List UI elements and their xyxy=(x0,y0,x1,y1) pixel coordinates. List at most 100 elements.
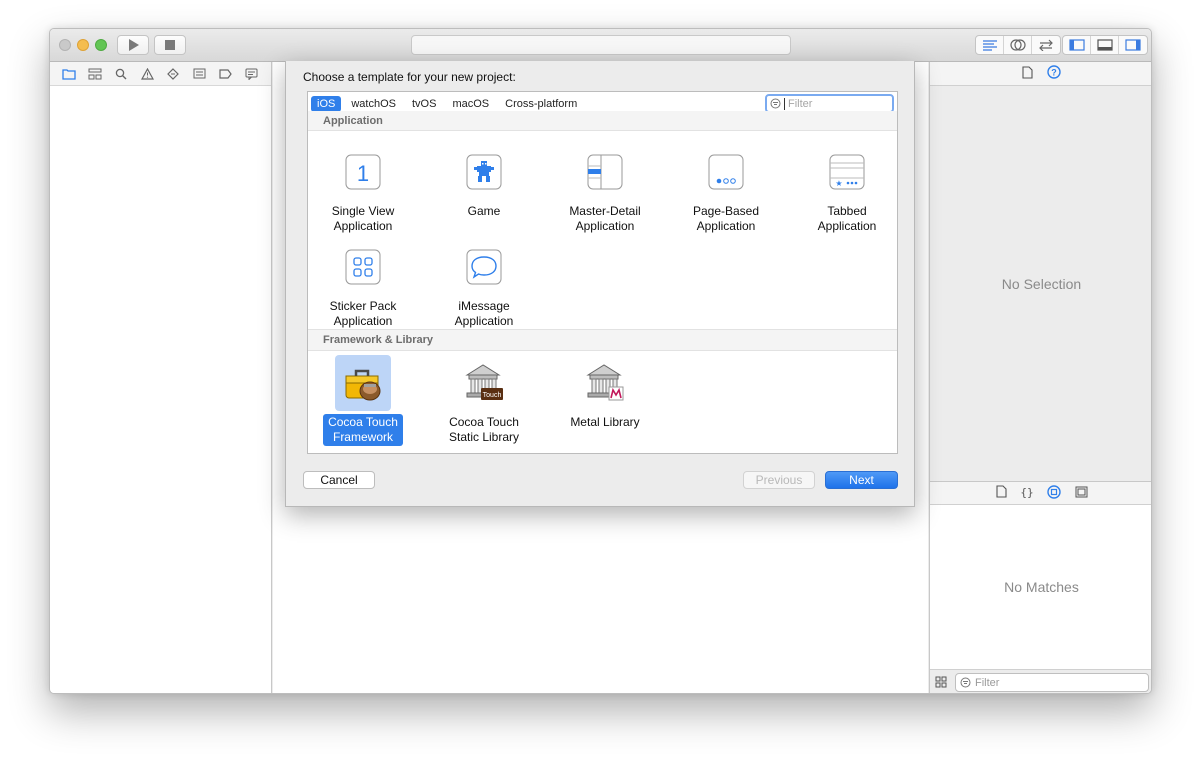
stop-icon xyxy=(165,40,175,50)
template-imessage[interactable]: iMessage Application xyxy=(429,239,539,330)
template-label: iMessage Application xyxy=(454,299,514,328)
touch-badge: Touch xyxy=(483,392,502,399)
no-matches-label: No Matches xyxy=(930,505,1151,669)
tab-macos[interactable]: macOS xyxy=(446,96,495,112)
report-bubble-icon[interactable] xyxy=(244,67,258,81)
quick-help-icon[interactable]: ? xyxy=(1047,65,1061,82)
template-page-based[interactable]: Page-Based Application xyxy=(671,144,781,235)
zoom-window-button[interactable] xyxy=(95,39,107,51)
window-toolbar xyxy=(50,29,1151,62)
library-building-icon: Touch xyxy=(456,355,512,411)
tabbed-icon: ★ xyxy=(819,144,875,200)
library-selector-bar: {} xyxy=(930,481,1151,505)
run-button[interactable] xyxy=(117,35,149,55)
panel-visibility-control xyxy=(1062,35,1148,55)
text-caret xyxy=(784,97,785,110)
filter-icon xyxy=(960,677,971,688)
close-window-button[interactable] xyxy=(59,39,71,51)
template-single-view[interactable]: 1 Single View Application xyxy=(308,144,418,235)
bottom-panel-icon xyxy=(1096,39,1113,51)
lines-icon xyxy=(982,40,997,51)
version-editor-button[interactable] xyxy=(1032,36,1060,54)
svg-text:?: ? xyxy=(1051,68,1057,78)
navigator-pane xyxy=(50,62,272,693)
sticker-pack-icon xyxy=(335,239,391,295)
inspector-selector-bar: ? xyxy=(930,62,1151,86)
folder-icon[interactable] xyxy=(62,67,76,81)
assistant-editor-button[interactable] xyxy=(1004,36,1032,54)
template-label: Cocoa Touch Framework xyxy=(323,414,403,446)
template-tabbed[interactable]: ★ Tabbed Application xyxy=(792,144,897,235)
section-header-framework: Framework & Library xyxy=(308,329,897,351)
play-icon xyxy=(129,39,139,51)
code-snippet-icon[interactable]: {} xyxy=(1020,485,1033,501)
debug-list-icon[interactable] xyxy=(192,67,206,81)
next-button[interactable]: Next xyxy=(825,471,898,489)
template-list: iOS watchOS tvOS macOS Cross-platform Fi… xyxy=(307,91,898,454)
stop-button[interactable] xyxy=(154,35,186,55)
toolbox-icon xyxy=(335,355,391,411)
imessage-icon xyxy=(456,239,512,295)
master-detail-icon xyxy=(577,144,633,200)
tab-cross-platform[interactable]: Cross-platform xyxy=(499,96,583,112)
svg-text:{}: {} xyxy=(1021,486,1033,498)
file-template-icon[interactable] xyxy=(995,485,1007,501)
left-panel-icon xyxy=(1068,39,1085,51)
grid-view-icon[interactable] xyxy=(935,676,947,691)
template-sticker-pack[interactable]: Sticker Pack Application xyxy=(308,239,418,330)
previous-button[interactable]: Previous xyxy=(743,471,815,489)
test-diamond-icon[interactable] xyxy=(166,67,180,81)
template-label: Master-Detail Application xyxy=(569,204,641,233)
template-label: Game xyxy=(467,204,501,218)
arrows-icon xyxy=(1039,39,1053,51)
template-cocoa-touch-static-library[interactable]: Touch Cocoa Touch Static Library xyxy=(429,355,539,446)
metal-library-icon xyxy=(577,355,633,411)
svg-text:★: ★ xyxy=(835,179,842,188)
standard-editor-button[interactable] xyxy=(976,36,1004,54)
library-filter-bar: Filter xyxy=(930,669,1151,693)
file-inspector-icon[interactable] xyxy=(1022,65,1033,82)
toggle-debug-area-button[interactable] xyxy=(1091,36,1119,54)
toggle-utilities-button[interactable] xyxy=(1119,36,1147,54)
page-based-icon xyxy=(698,144,754,200)
single-view-icon: 1 xyxy=(335,144,391,200)
template-label: Single View Application xyxy=(331,204,395,233)
utilities-pane: ? No Selection {} No Matches Filter xyxy=(929,62,1151,693)
search-icon[interactable] xyxy=(114,67,128,81)
template-master-detail[interactable]: Master-Detail Application xyxy=(550,144,660,235)
tab-watchos[interactable]: watchOS xyxy=(345,96,402,112)
template-label: Tabbed Application xyxy=(817,204,877,233)
sheet-title: Choose a template for your new project: xyxy=(303,70,516,84)
template-cocoa-touch-framework[interactable]: Cocoa Touch Framework xyxy=(308,355,418,446)
activity-viewer xyxy=(411,35,791,55)
template-label: Cocoa Touch Static Library xyxy=(448,415,520,444)
minimize-window-button[interactable] xyxy=(77,39,89,51)
object-library-icon[interactable] xyxy=(1046,484,1061,502)
template-label: Sticker Pack Application xyxy=(329,299,397,328)
filter-icon xyxy=(770,98,781,109)
template-metal-library[interactable]: Metal Library xyxy=(550,355,660,431)
editor-mode-control xyxy=(975,35,1061,55)
template-filter-placeholder: Filter xyxy=(788,97,813,110)
hierarchy-icon[interactable] xyxy=(88,67,102,81)
template-chooser-sheet: Choose a template for your new project: … xyxy=(285,61,915,507)
library-filter-field[interactable]: Filter xyxy=(955,673,1149,692)
media-library-icon[interactable] xyxy=(1075,486,1088,501)
breakpoint-icon[interactable] xyxy=(218,67,232,81)
navigator-selector-bar xyxy=(50,62,271,86)
game-icon xyxy=(456,144,512,200)
assistant-rings-icon xyxy=(1009,39,1026,51)
no-selection-label: No Selection xyxy=(1001,275,1082,292)
toggle-navigator-button[interactable] xyxy=(1063,36,1091,54)
template-game[interactable]: Game xyxy=(429,144,539,220)
template-label: Page-Based Application xyxy=(692,204,760,233)
cancel-button[interactable]: Cancel xyxy=(303,471,375,489)
right-panel-icon xyxy=(1125,39,1141,51)
warning-icon[interactable] xyxy=(140,67,154,81)
section-header-application: Application xyxy=(308,111,897,131)
library-filter-placeholder: Filter xyxy=(975,676,1000,689)
tab-tvos[interactable]: tvOS xyxy=(406,96,442,112)
svg-text:1: 1 xyxy=(357,161,369,186)
template-label: Metal Library xyxy=(570,415,640,429)
tab-ios[interactable]: iOS xyxy=(311,96,342,112)
